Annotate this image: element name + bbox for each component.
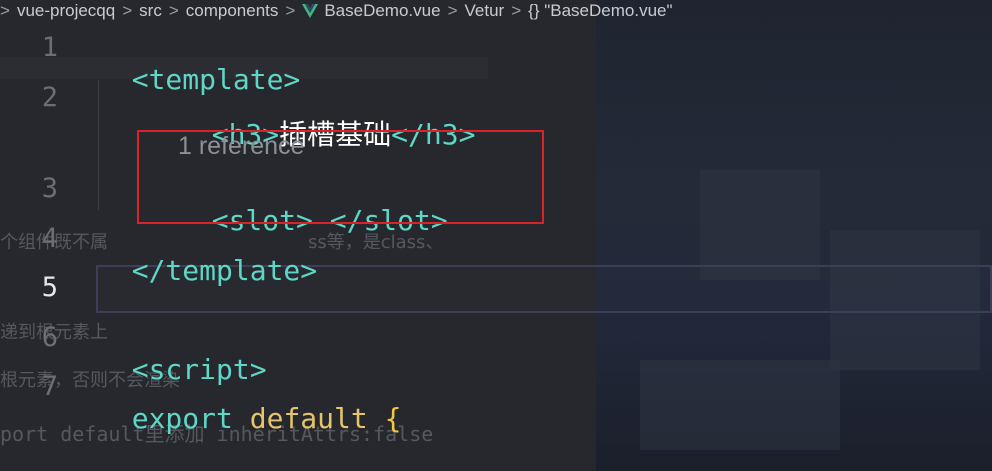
line-number: 2 [41, 82, 58, 113]
default-keyword: default [249, 402, 368, 435]
breadcrumb-item-vetur[interactable]: Vetur [465, 1, 505, 21]
code-line-7[interactable]: export default { [98, 369, 402, 435]
breadcrumb-item-symbol[interactable]: {} "BaseDemo.vue" [528, 1, 672, 21]
line-number: 4 [41, 223, 58, 254]
indent-guide [98, 80, 99, 210]
background-shape [700, 170, 820, 280]
chevron-right-icon: > [511, 1, 522, 20]
breadcrumb-item-file[interactable]: BaseDemo.vue [302, 1, 441, 21]
breadcrumb-item-components[interactable]: components [186, 1, 279, 21]
breadcrumb-item-project[interactable]: vue-projecqq [17, 1, 115, 21]
breadcrumb-item-src[interactable]: src [139, 1, 162, 21]
highlight-annotation-box [137, 130, 544, 224]
line-number: 3 [41, 173, 58, 204]
breadcrumb-file-label: BaseDemo.vue [324, 1, 441, 20]
code-line-4[interactable]: </template> [98, 221, 317, 287]
template-close-tag: </template> [131, 254, 318, 287]
export-keyword: export [131, 402, 233, 435]
line-number: 1 [41, 32, 58, 63]
line-number: 6 [41, 322, 58, 353]
chevron-right-icon: > [447, 1, 458, 20]
chevron-right-icon: > [168, 1, 179, 20]
breadcrumb: > vue-projecqq > src > components > Base… [0, 0, 992, 22]
chevron-right-icon: > [122, 1, 133, 20]
background-shape [640, 360, 840, 450]
line-number: 7 [41, 371, 58, 402]
chevron-right-icon: > [285, 1, 296, 20]
open-brace: { [384, 402, 402, 435]
vue-icon [302, 4, 319, 18]
line-number-active: 5 [41, 272, 58, 303]
breadcrumb-chevron: > [0, 1, 10, 20]
